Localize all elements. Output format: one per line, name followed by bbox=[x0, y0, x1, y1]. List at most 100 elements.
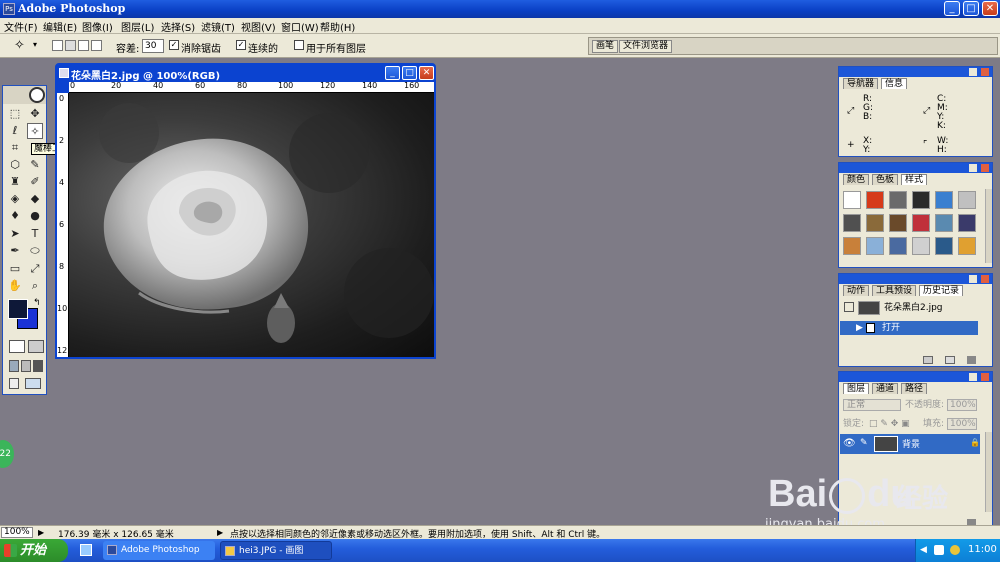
tab-layers[interactable]: 图层 bbox=[843, 383, 870, 394]
history-step-row[interactable]: ▶ 打开 bbox=[840, 321, 978, 335]
fill-input[interactable]: 100% bbox=[947, 418, 977, 430]
new-document-from-state-icon[interactable] bbox=[923, 356, 933, 364]
menu-layer[interactable]: 图层(L) bbox=[121, 19, 154, 34]
panel-minimize-icon[interactable] bbox=[969, 164, 977, 172]
doc-minimize-button[interactable]: _ bbox=[385, 66, 400, 80]
minimize-button[interactable]: _ bbox=[944, 1, 960, 16]
history-brush-icon[interactable]: ✐ bbox=[27, 174, 43, 190]
panel-minimize-icon[interactable] bbox=[969, 68, 977, 76]
menu-help[interactable]: 帮助(H) bbox=[320, 19, 355, 34]
brush-tool-icon[interactable]: ✎ bbox=[27, 157, 43, 173]
marquee-tool-icon[interactable]: ⬚ bbox=[7, 106, 23, 122]
contiguous-checkbox[interactable]: ✓ bbox=[236, 40, 246, 50]
file-browser-well-tab[interactable]: 文件浏览器 bbox=[619, 40, 673, 53]
intersect-selection-button[interactable] bbox=[91, 40, 102, 51]
blend-mode-select[interactable]: 正常 bbox=[843, 399, 901, 411]
brush-well-tab[interactable]: 画笔 bbox=[592, 40, 619, 53]
panel-minimize-icon[interactable] bbox=[969, 373, 977, 381]
image-canvas[interactable] bbox=[69, 93, 434, 357]
tolerance-input[interactable]: 30 bbox=[142, 39, 164, 53]
close-button[interactable]: ✕ bbox=[982, 1, 998, 16]
jump-to-imageready-icon[interactable] bbox=[9, 378, 19, 389]
maximize-button[interactable]: □ bbox=[963, 1, 979, 16]
bucket-tool-icon[interactable]: ◆ bbox=[27, 191, 43, 207]
style-swatch[interactable] bbox=[889, 214, 907, 232]
subtract-selection-button[interactable] bbox=[78, 40, 89, 51]
new-selection-button[interactable] bbox=[52, 40, 63, 51]
task-photoshop[interactable]: Adobe Photoshop bbox=[103, 541, 215, 560]
magic-wand-tool-icon[interactable]: ✧ bbox=[27, 123, 43, 139]
style-swatch[interactable] bbox=[935, 237, 953, 255]
magic-wand-icon[interactable]: ✧ bbox=[14, 38, 25, 53]
history-brush-source-icon[interactable] bbox=[844, 302, 854, 312]
menu-edit[interactable]: 编辑(E) bbox=[43, 19, 77, 34]
ruler-vertical[interactable]: 0 2 4 6 8 10 12 bbox=[57, 93, 69, 357]
zoom-tool-icon[interactable]: ⌕ bbox=[27, 278, 43, 294]
doc-close-button[interactable]: ✕ bbox=[419, 66, 434, 80]
doc-maximize-button[interactable]: □ bbox=[402, 66, 417, 80]
style-swatch[interactable] bbox=[843, 237, 861, 255]
visibility-eye-icon[interactable]: 👁 bbox=[843, 438, 856, 449]
network-icon[interactable] bbox=[934, 545, 944, 555]
screen-mode-full-icon[interactable] bbox=[33, 360, 43, 372]
layer-row-background[interactable]: 👁 ✎ 背景 🔒 bbox=[840, 434, 980, 454]
screen-mode-full-menu-icon[interactable] bbox=[21, 360, 31, 372]
start-button[interactable]: 开始 bbox=[0, 539, 68, 562]
type-tool-icon[interactable]: T bbox=[27, 226, 43, 242]
style-swatch[interactable] bbox=[843, 191, 861, 209]
ruler-horizontal[interactable]: 0 20 40 60 80 100 120 140 160 bbox=[69, 82, 434, 93]
speaker-icon[interactable]: ◀ bbox=[920, 545, 927, 555]
eraser-tool-icon[interactable]: ◈ bbox=[7, 191, 23, 207]
snapshot-camera-icon[interactable] bbox=[945, 356, 955, 364]
lock-icons[interactable]: □ ✎ ✥ ▣ bbox=[869, 420, 910, 429]
shape-tool-icon[interactable]: ⬭ bbox=[27, 243, 43, 259]
style-swatch[interactable] bbox=[889, 237, 907, 255]
tab-info[interactable]: 信息 bbox=[881, 78, 908, 89]
tab-channels[interactable]: 通道 bbox=[872, 383, 899, 394]
panel-close-icon[interactable] bbox=[981, 373, 989, 381]
lasso-tool-icon[interactable]: ℓ bbox=[7, 123, 23, 139]
pen-tool-icon[interactable]: ✒ bbox=[7, 243, 23, 259]
layers-scrollbar[interactable] bbox=[985, 432, 992, 512]
style-swatch[interactable] bbox=[912, 191, 930, 209]
tab-styles[interactable]: 样式 bbox=[901, 174, 928, 185]
healing-tool-icon[interactable]: ⬡ bbox=[7, 157, 23, 173]
task-paint[interactable]: hei3.JPG - 画图 bbox=[220, 541, 332, 560]
side-badge[interactable]: 22 bbox=[0, 440, 14, 468]
style-swatch[interactable] bbox=[958, 237, 976, 255]
menu-file[interactable]: 文件(F) bbox=[4, 19, 38, 34]
tool-preset-dropdown-icon[interactable]: ▾ bbox=[33, 40, 37, 49]
history-snapshot-row[interactable]: 花朵黑白2.jpg bbox=[840, 301, 978, 315]
path-select-icon[interactable]: ➤ bbox=[7, 226, 23, 242]
tab-paths[interactable]: 路径 bbox=[901, 383, 928, 394]
zoom-field[interactable]: 100% bbox=[1, 527, 33, 538]
menu-filter[interactable]: 滤镜(T) bbox=[201, 19, 235, 34]
tab-tool-presets[interactable]: 工具预设 bbox=[872, 285, 917, 296]
imageready-icon[interactable] bbox=[25, 378, 41, 389]
style-swatch[interactable] bbox=[958, 214, 976, 232]
dodge-tool-icon[interactable]: ● bbox=[27, 208, 43, 224]
move-tool-icon[interactable]: ✥ bbox=[27, 106, 43, 122]
all-layers-checkbox[interactable] bbox=[294, 40, 304, 50]
tray-app-icon[interactable] bbox=[950, 545, 960, 555]
panel-close-icon[interactable] bbox=[981, 275, 989, 283]
foreground-color[interactable] bbox=[8, 299, 28, 319]
opacity-input[interactable]: 100% bbox=[947, 399, 977, 411]
tab-history[interactable]: 历史记录 bbox=[919, 285, 964, 296]
standard-mode-icon[interactable] bbox=[9, 340, 25, 353]
menu-view[interactable]: 视图(V) bbox=[241, 19, 276, 34]
add-selection-button[interactable] bbox=[65, 40, 76, 51]
screen-mode-standard-icon[interactable] bbox=[9, 360, 19, 372]
status-arrow-icon[interactable]: ▶ bbox=[38, 528, 44, 537]
panel-close-icon[interactable] bbox=[981, 164, 989, 172]
style-swatch[interactable] bbox=[912, 214, 930, 232]
tab-navigator[interactable]: 导航器 bbox=[843, 78, 879, 89]
eyedropper-icon[interactable]: ⤢ bbox=[27, 261, 43, 277]
menu-select[interactable]: 选择(S) bbox=[161, 19, 195, 34]
adobe-online-icon[interactable] bbox=[29, 87, 45, 103]
style-swatch[interactable] bbox=[866, 237, 884, 255]
menu-image[interactable]: 图像(I) bbox=[82, 19, 113, 34]
antialias-checkbox[interactable]: ✓ bbox=[169, 40, 179, 50]
style-swatch[interactable] bbox=[935, 214, 953, 232]
blur-tool-icon[interactable]: ♦ bbox=[7, 208, 23, 224]
